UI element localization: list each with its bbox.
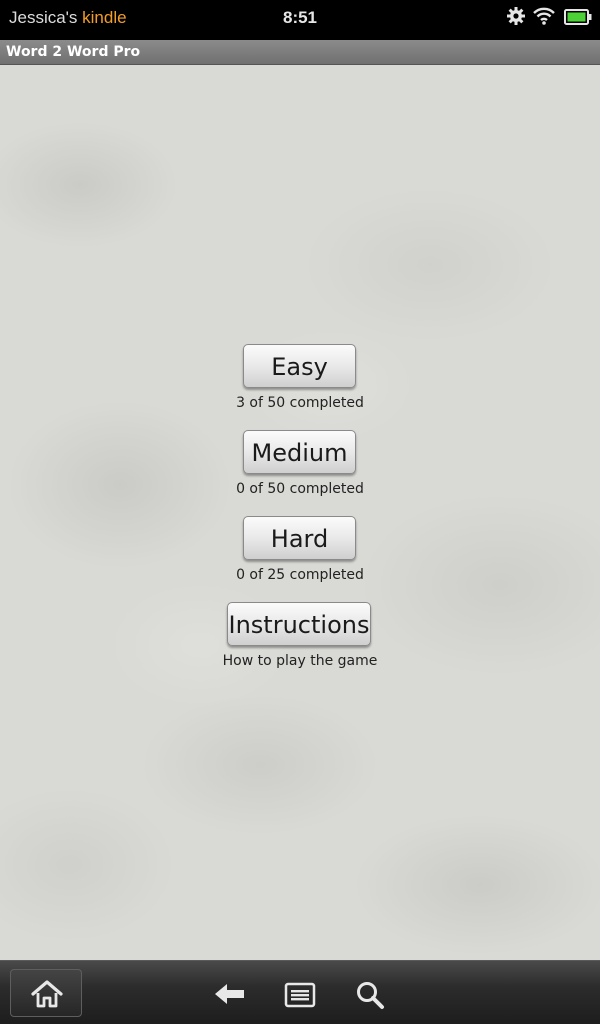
back-icon[interactable]: [213, 981, 247, 1007]
home-button[interactable]: [10, 969, 82, 1017]
instructions-caption: How to play the game: [222, 653, 378, 669]
app-title-bar: Word 2 Word Pro: [0, 40, 600, 65]
battery-icon: [564, 9, 592, 25]
easy-button[interactable]: Easy: [243, 344, 356, 388]
navigation-bar: [0, 960, 600, 1024]
app-title: Word 2 Word Pro: [6, 44, 141, 60]
menu-icon[interactable]: [284, 982, 316, 1008]
hard-progress-caption: 0 of 25 completed: [236, 567, 364, 583]
search-icon[interactable]: [355, 980, 385, 1010]
status-bar: Jessica's kindle 8:51: [0, 0, 600, 40]
wifi-icon: [533, 7, 555, 25]
hard-button[interactable]: Hard: [243, 516, 356, 560]
instructions-button[interactable]: Instructions: [227, 602, 371, 646]
medium-button[interactable]: Medium: [243, 430, 356, 474]
easy-progress-caption: 3 of 50 completed: [236, 395, 364, 411]
main-content: Easy 3 of 50 completed Medium 0 of 50 co…: [0, 65, 600, 960]
gear-icon[interactable]: [506, 6, 526, 26]
home-icon: [31, 980, 63, 1008]
medium-progress-caption: 0 of 50 completed: [236, 481, 364, 497]
